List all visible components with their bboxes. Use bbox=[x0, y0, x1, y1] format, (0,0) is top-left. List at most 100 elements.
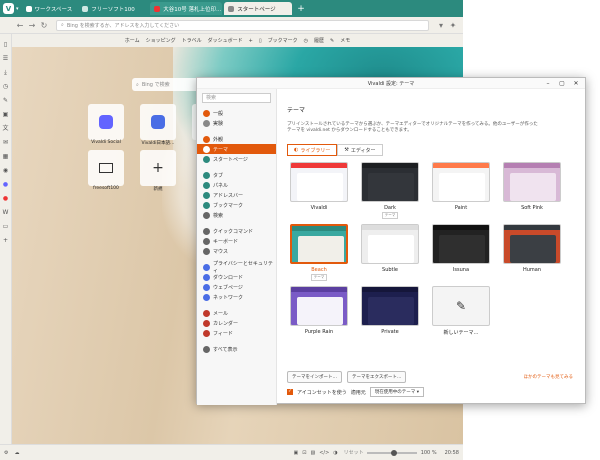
chevron-down-icon[interactable]: ▾ bbox=[16, 6, 19, 12]
cloud-icon[interactable]: ☁ bbox=[530, 0, 544, 17]
dropdown-icon[interactable]: ▾ bbox=[435, 21, 447, 30]
nav-item-icon bbox=[203, 273, 210, 281]
nav-item[interactable]: キーボード bbox=[197, 236, 276, 246]
zoom-slider[interactable] bbox=[366, 449, 417, 456]
tab-freesoft[interactable]: フリーソフト100 bbox=[78, 2, 148, 15]
theme-name: Purple Rain bbox=[304, 329, 334, 335]
new-tab-button[interactable]: + bbox=[297, 4, 305, 14]
forward-icon[interactable]: → bbox=[26, 21, 38, 30]
nav-item[interactable]: マウス bbox=[197, 246, 276, 256]
downloads-icon[interactable]: ⤓ bbox=[2, 69, 10, 77]
speed-dial-item[interactable]: Vivaldi日本語… bbox=[136, 104, 180, 146]
sync-cloud-icon[interactable]: ☁ bbox=[14, 450, 19, 456]
nav-item[interactable]: ネットワーク bbox=[197, 292, 276, 302]
minimize-button[interactable]: – bbox=[558, 0, 572, 17]
back-icon[interactable]: ← bbox=[14, 21, 26, 30]
bookmark-notes[interactable]: メモ bbox=[340, 37, 350, 44]
theme-card[interactable]: Subtle bbox=[358, 224, 422, 281]
dialog-maximize-button[interactable]: ▢ bbox=[555, 78, 569, 89]
nav-item[interactable]: すべて表示 bbox=[197, 344, 276, 354]
nav-item[interactable]: アドレスバー bbox=[197, 190, 276, 200]
nav-item[interactable]: テーマ bbox=[197, 144, 276, 154]
nav-item[interactable]: メール bbox=[197, 308, 276, 318]
theme-card[interactable]: Dark テーマ bbox=[358, 162, 422, 219]
nav-item[interactable]: 一般 bbox=[197, 108, 276, 118]
bookmark-travel[interactable]: トラベル bbox=[182, 37, 202, 44]
nav-item[interactable]: プライバシーとセキュリティ bbox=[197, 261, 276, 274]
settings-search-input[interactable]: 検索 bbox=[202, 93, 271, 103]
theme-card[interactable]: Soft Pink bbox=[500, 162, 564, 219]
bookmarks-panel-icon[interactable]: ▯ bbox=[2, 41, 10, 49]
add-panel-icon[interactable]: + bbox=[2, 237, 10, 245]
bookmark-bookmarks[interactable]: ブックマーク bbox=[268, 37, 298, 44]
nav-item[interactable]: クイックコマンド bbox=[197, 226, 276, 236]
translate-icon[interactable]: 文 bbox=[2, 125, 10, 133]
web-panel-icon[interactable]: ▭ bbox=[2, 223, 10, 231]
tab-list-icon[interactable]: ▾ bbox=[544, 0, 558, 17]
tile-icon[interactable]: ▣ bbox=[294, 450, 299, 456]
window-panel-icon[interactable]: ▣ bbox=[2, 111, 10, 119]
tab-news[interactable]: 大谷10号 落札上位印…4 bbox=[150, 2, 223, 15]
bookmark-shopping[interactable]: ショッピング bbox=[146, 37, 176, 44]
extensions-icon[interactable]: ✦ bbox=[447, 21, 459, 30]
export-theme-button[interactable]: テーマをエクスポート… bbox=[347, 371, 407, 383]
nav-item[interactable]: カレンダー bbox=[197, 318, 276, 328]
history-icon[interactable]: ◷ bbox=[2, 83, 10, 91]
nav-item[interactable]: パネル bbox=[197, 180, 276, 190]
dialog-minimize-button[interactable]: – bbox=[541, 78, 555, 89]
speed-dial-search[interactable]: ⌕ Bing で検索 bbox=[132, 78, 202, 91]
calendar-icon[interactable]: ▦ bbox=[2, 153, 10, 161]
bookmark-dashboard[interactable]: ダッシュボード bbox=[208, 37, 243, 44]
bookmark-history[interactable]: 履歴 bbox=[314, 37, 324, 44]
notes-icon[interactable]: ✎ bbox=[2, 97, 10, 105]
mastodon-icon[interactable]: ● bbox=[2, 181, 10, 189]
tab-startpage[interactable]: スタートページ bbox=[224, 2, 293, 15]
icon-set-checkbox[interactable]: ✓ bbox=[287, 389, 293, 395]
add-speed-dial-button[interactable]: + bbox=[249, 38, 253, 44]
reload-icon[interactable]: ↻ bbox=[38, 21, 50, 30]
theme-card[interactable]: Human bbox=[500, 224, 564, 281]
theme-card[interactable]: Private bbox=[358, 286, 422, 336]
add-speed-dial[interactable]: + 新規 bbox=[136, 150, 180, 192]
theme-card[interactable]: Paint bbox=[429, 162, 493, 219]
vivaldi-web-icon[interactable]: ● bbox=[2, 195, 10, 203]
mail-icon[interactable]: ✉ bbox=[2, 139, 10, 147]
theme-card[interactable]: Vivaldi bbox=[287, 162, 351, 219]
settings-gear-icon[interactable]: ⚙ bbox=[4, 450, 8, 456]
nav-item[interactable]: ウェブページ bbox=[197, 282, 276, 292]
theme-card[interactable]: Purple Rain bbox=[287, 286, 351, 336]
page-actions-icon[interactable]: ◑ bbox=[333, 450, 337, 456]
bookmark-home[interactable]: ホーム bbox=[125, 37, 140, 44]
image-icon[interactable]: ▨ bbox=[310, 450, 315, 456]
editor-tab[interactable]: ⚒ エディター bbox=[337, 144, 383, 156]
dialog-close-button[interactable]: ✕ bbox=[569, 78, 583, 89]
nav-item[interactable]: フィード bbox=[197, 328, 276, 338]
nav-item[interactable]: タブ bbox=[197, 170, 276, 180]
theme-card[interactable]: Issuna bbox=[429, 224, 493, 281]
nav-item[interactable]: ブックマーク bbox=[197, 200, 276, 210]
wikipedia-icon[interactable]: W bbox=[2, 209, 10, 217]
url-field[interactable]: ⌕ Bing を検索するか、アドレスを入力してください bbox=[56, 19, 429, 31]
zoom-handle[interactable] bbox=[390, 449, 397, 456]
feeds-icon[interactable]: ◉ bbox=[2, 167, 10, 175]
library-tab[interactable]: ◐ ライブラリー bbox=[287, 144, 338, 156]
nav-item[interactable]: 外観 bbox=[197, 134, 276, 144]
capture-icon[interactable]: ⊡ bbox=[302, 450, 306, 456]
import-theme-button[interactable]: テーマをインポート… bbox=[287, 371, 342, 383]
maximize-button[interactable]: ▢ bbox=[572, 0, 586, 17]
theme-card[interactable]: ✎ 新しいテーマ… bbox=[429, 286, 493, 336]
nav-item[interactable]: 検索 bbox=[197, 210, 276, 220]
nav-item[interactable]: スタートページ bbox=[197, 154, 276, 164]
icon-source-select[interactable]: 現在使用中のテーマ ▾ bbox=[369, 387, 424, 397]
vivaldi-menu-icon[interactable]: V bbox=[3, 3, 14, 14]
close-button[interactable]: ✕ bbox=[586, 0, 600, 17]
tab-workspaces[interactable]: ワークスペース bbox=[22, 2, 77, 15]
reading-list-icon[interactable]: ☰ bbox=[2, 55, 10, 63]
speed-dial-item[interactable]: freesoft100 bbox=[84, 150, 128, 192]
theme-card[interactable]: Beach テーマ bbox=[287, 224, 351, 281]
nav-item[interactable]: 実験 bbox=[197, 118, 276, 128]
speed-dial-item[interactable]: Vivaldi Social bbox=[84, 104, 128, 146]
more-themes-link[interactable]: ほかのテーマも見てみる bbox=[524, 374, 574, 380]
zoom-reset[interactable]: リセット bbox=[344, 449, 364, 456]
code-icon[interactable]: </> bbox=[319, 450, 329, 456]
